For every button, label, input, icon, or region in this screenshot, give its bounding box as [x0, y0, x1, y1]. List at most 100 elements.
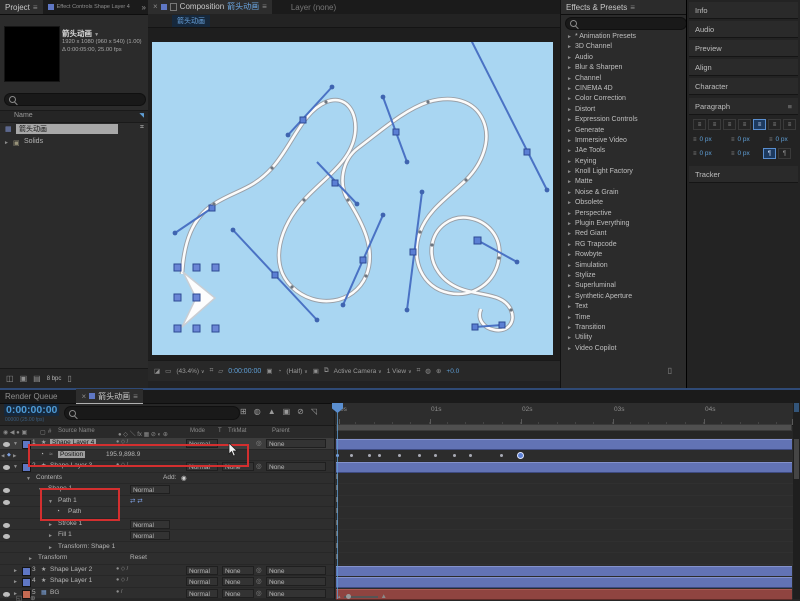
- effect-category-blur-sharpen[interactable]: ► Blur & Sharpen: [561, 63, 687, 73]
- align-button-6[interactable]: ≡: [768, 119, 781, 130]
- effect-category-rg-trapcode[interactable]: ► RG Trapcode: [561, 240, 687, 250]
- track-path[interactable]: I: [335, 507, 793, 519]
- info-panel-header[interactable]: Info: [689, 2, 798, 19]
- character-panel-header[interactable]: Character: [689, 78, 798, 95]
- graph-editor-icon[interactable]: ◹: [311, 407, 317, 416]
- lock-icon[interactable]: [169, 2, 177, 11]
- align-button-3[interactable]: ≡: [723, 119, 736, 130]
- expand-icon[interactable]: ►: [4, 140, 9, 146]
- track-shape-layer-2[interactable]: [335, 564, 793, 577]
- project-item-comp[interactable]: ▦ 箭头动画 ⌗: [0, 123, 148, 135]
- motion-blur-icon[interactable]: ⊘: [297, 407, 304, 416]
- trkmat-header[interactable]: TrkMat: [228, 428, 246, 434]
- track-transform[interactable]: I: [335, 553, 793, 565]
- track-shape-layer-3[interactable]: [335, 461, 793, 473]
- effect-category-knoll-light-factory[interactable]: ► Knoll Light Factory: [561, 167, 687, 177]
- layer-duration-bar[interactable]: [336, 577, 792, 588]
- composition-mini-flowchart-icon[interactable]: ⊞: [240, 407, 247, 416]
- effect-category-red-giant[interactable]: ► Red Giant: [561, 229, 687, 239]
- close-tab-icon[interactable]: ×: [153, 2, 158, 11]
- align-button-2[interactable]: ≡: [708, 119, 721, 130]
- timeline-zoom-slider[interactable]: [343, 593, 378, 599]
- scrollbar-thumb[interactable]: [794, 439, 799, 479]
- tracker-panel-header[interactable]: Tracker: [689, 166, 798, 183]
- expand-inout-icon[interactable]: ⊕: [30, 594, 35, 601]
- indent-field-3[interactable]: ≡ 0 px: [769, 134, 800, 145]
- keyframe-selected[interactable]: [517, 452, 524, 459]
- effects-search-input[interactable]: [565, 17, 687, 30]
- channels-icon[interactable]: ◔: [277, 368, 281, 375]
- effect-category-perspective[interactable]: ► Perspective: [561, 209, 687, 219]
- composition-canvas[interactable]: [152, 33, 553, 355]
- text-direction-ltr-button[interactable]: ¶: [763, 148, 776, 159]
- audio-panel-header[interactable]: Audio: [689, 21, 798, 38]
- timeline-vertical-scrollbar[interactable]: [793, 403, 800, 599]
- track-shape-1[interactable]: I: [335, 484, 793, 496]
- resolution-select[interactable]: (Half) ∨: [286, 368, 307, 375]
- align-button-1[interactable]: ≡: [693, 119, 706, 130]
- caret-down-icon[interactable]: ▼: [94, 32, 99, 38]
- comp-settings-icon[interactable]: ⌗: [140, 124, 144, 132]
- effect-category-obsolete[interactable]: ► Obsolete: [561, 198, 687, 208]
- current-timecode[interactable]: 0:00:00:00: [4, 404, 60, 416]
- text-direction-rtl-button[interactable]: ¶: [778, 148, 791, 159]
- always-preview-icon[interactable]: ◪: [154, 367, 160, 375]
- track-transform-shape-1[interactable]: I: [335, 541, 793, 553]
- viewer-tab[interactable]: 箭头动画: [172, 15, 210, 27]
- more-tabs-icon[interactable]: »: [142, 3, 146, 12]
- track-stroke-1[interactable]: I: [335, 518, 793, 530]
- preview-panel-header[interactable]: Preview: [689, 40, 798, 57]
- align-button-4[interactable]: ≡: [738, 119, 751, 130]
- roi-icon[interactable]: ▣: [313, 367, 319, 375]
- effect-category-jae-tools[interactable]: ► JAe Tools: [561, 146, 687, 156]
- track-bg[interactable]: [335, 587, 793, 600]
- track-fill-1[interactable]: I: [335, 530, 793, 542]
- panel-menu-icon[interactable]: ≡: [33, 3, 38, 12]
- effect-category-superluminal[interactable]: ► Superluminal: [561, 281, 687, 291]
- tab-effects-presets[interactable]: Effects & Presets ≡: [561, 0, 640, 14]
- track-contents[interactable]: I: [335, 472, 793, 484]
- tab-effect-controls[interactable]: Effect Controls Shape Layer 4: [43, 0, 135, 14]
- align-button-7[interactable]: ≡: [783, 119, 796, 130]
- draft-3d-icon[interactable]: ◍: [254, 407, 261, 416]
- t-header[interactable]: T: [218, 428, 222, 434]
- magnification-icon[interactable]: ▭: [165, 367, 171, 375]
- align-button-5[interactable]: ≡: [753, 119, 766, 130]
- expand-layer-switches-icon[interactable]: ◔: [4, 594, 8, 601]
- project-item-solids[interactable]: ► ▣ Solids: [0, 137, 148, 149]
- indent-field-5[interactable]: ≡ 0 px: [731, 148, 767, 159]
- zoom-in-mountain-icon[interactable]: ▲: [381, 593, 387, 600]
- delete-icon[interactable]: ▯: [67, 374, 71, 383]
- tab-layer[interactable]: Layer (none): [286, 0, 341, 14]
- comp-current-time[interactable]: 0:00:00:00: [228, 368, 261, 375]
- effect-category-stylize[interactable]: ► Stylize: [561, 271, 687, 281]
- work-area-bar[interactable]: [336, 424, 792, 431]
- tab-project[interactable]: Project ≡: [0, 0, 43, 14]
- new-composition-icon[interactable]: ▤: [33, 374, 41, 383]
- grid-guides-icon[interactable]: ⌗: [210, 367, 214, 375]
- effect-category-3d-channel[interactable]: ► 3D Channel: [561, 42, 687, 52]
- project-search-input[interactable]: [4, 93, 146, 106]
- column-name-header[interactable]: Name: [14, 112, 33, 119]
- track-path-1[interactable]: I: [335, 495, 793, 507]
- panel-menu-icon[interactable]: ≡: [788, 102, 792, 111]
- keyframe[interactable]: [368, 453, 371, 457]
- timeline-button-icon[interactable]: ⊕: [436, 367, 441, 375]
- zoom-out-mountain-icon[interactable]: ▴: [338, 594, 341, 600]
- pixel-aspect-icon[interactable]: ⌗: [417, 367, 421, 375]
- effect-category-keying[interactable]: ► Keying: [561, 157, 687, 167]
- zoom-select[interactable]: (43.4%) ∨: [176, 368, 204, 375]
- keyframe[interactable]: [378, 453, 381, 457]
- new-folder-icon[interactable]: ▣: [20, 374, 28, 383]
- keyframe[interactable]: [453, 453, 456, 457]
- layer-duration-bar[interactable]: [336, 439, 792, 450]
- layer-duration-bar[interactable]: [336, 462, 792, 473]
- effect-category-cinema-4d[interactable]: ► CINEMA 4D: [561, 84, 687, 94]
- tab-timeline-comp[interactable]: × 箭头动画 ≡: [76, 389, 143, 404]
- panel-menu-icon[interactable]: ≡: [133, 392, 138, 401]
- effect-category-expression-controls[interactable]: ► Expression Controls: [561, 115, 687, 125]
- timeline-search-input[interactable]: [64, 406, 240, 420]
- effect-category-transition[interactable]: ► Transition: [561, 323, 687, 333]
- effect-category-simulation[interactable]: ► Simulation: [561, 261, 687, 271]
- effect-category-color-correction[interactable]: ► Color Correction: [561, 94, 687, 104]
